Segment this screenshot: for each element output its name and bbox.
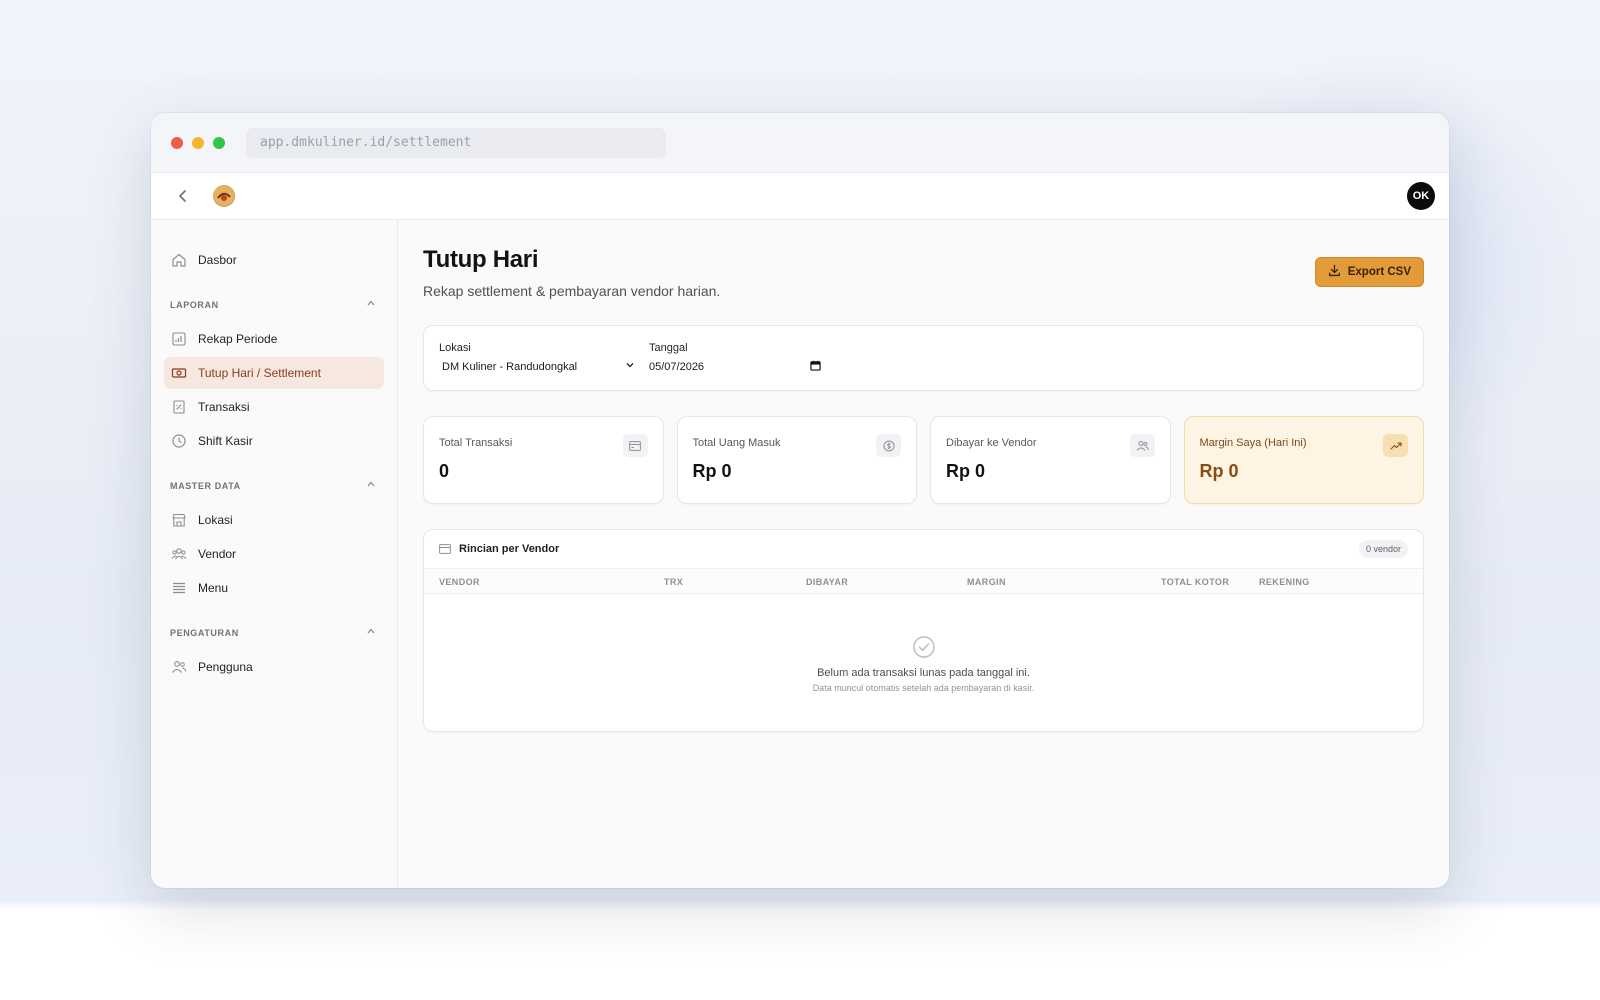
section-master-data-header[interactable]: MASTER DATA bbox=[164, 479, 384, 492]
store-icon bbox=[170, 511, 188, 529]
date-field: Tanggal 05/07/2026 bbox=[649, 342, 823, 390]
sidebar-item-vendor[interactable]: Vendor bbox=[164, 538, 384, 570]
brand-logo-icon[interactable] bbox=[213, 185, 235, 207]
stat-value: Rp 0 bbox=[1199, 461, 1239, 481]
sidebar-item-label: Vendor bbox=[198, 547, 237, 561]
chevron-up-icon bbox=[366, 626, 376, 639]
sidebar-item-label: Pengguna bbox=[198, 660, 253, 674]
date-input[interactable]: 05/07/2026 bbox=[649, 360, 821, 374]
list-icon bbox=[170, 579, 188, 597]
sidebar-item-label: Rekap Periode bbox=[198, 332, 278, 346]
stat-label: Margin Saya (Hari Ini) bbox=[1199, 437, 1307, 449]
stat-label: Total Transaksi bbox=[439, 437, 513, 449]
sidebar-item-transaksi[interactable]: Transaksi bbox=[164, 391, 384, 423]
card-icon bbox=[622, 434, 648, 457]
stat-margin-saya: Margin Saya (Hari Ini) Rp 0 bbox=[1183, 416, 1424, 504]
stats-row: Total Transaksi 0 Total Uang Masuk Rp 0 … bbox=[423, 416, 1424, 504]
column-header-dibayar[interactable]: DIBAYAR bbox=[806, 577, 848, 587]
chevron-up-icon bbox=[366, 479, 376, 492]
sidebar-item-pengguna[interactable]: Pengguna bbox=[164, 651, 384, 683]
url-bar[interactable]: app.dmkuliner.id/settlement bbox=[246, 127, 666, 158]
location-label: Lokasi bbox=[439, 342, 471, 354]
page-title: Tutup Hari bbox=[423, 246, 539, 273]
section-laporan-header[interactable]: LAPORAN bbox=[164, 298, 384, 311]
filter-card: Lokasi DM Kuliner - Randudongkal Tanggal… bbox=[423, 325, 1424, 391]
vendor-count-badge: 0 vendor bbox=[1358, 540, 1408, 558]
card-icon bbox=[439, 544, 451, 554]
user-avatar[interactable]: OK bbox=[1407, 182, 1435, 210]
stat-total-transaksi: Total Transaksi 0 bbox=[423, 416, 664, 504]
sidebar: Dasbor LAPORAN Rekap Periode Tutup Hari … bbox=[151, 220, 398, 888]
chevron-down-icon bbox=[625, 360, 635, 373]
chevron-up-icon bbox=[366, 298, 376, 311]
home-icon bbox=[170, 251, 188, 269]
browser-chrome: app.dmkuliner.id/settlement bbox=[151, 113, 1449, 173]
cash-icon bbox=[170, 364, 188, 382]
bar-chart-icon bbox=[170, 330, 188, 348]
empty-state-subtitle: Data muncul otomatis setelah ada pembaya… bbox=[812, 683, 1035, 693]
date-label: Tanggal bbox=[649, 342, 688, 354]
vendor-table-header: VENDOR TRX DIBAYAR MARGIN TOTAL KOTOR RE… bbox=[424, 568, 1423, 594]
stat-dibayar-ke-vendor: Dibayar ke Vendor Rp 0 bbox=[930, 416, 1171, 504]
main-content: Tutup Hari Rekap settlement & pembayaran… bbox=[398, 220, 1449, 888]
section-title: PENGATURAN bbox=[170, 627, 239, 638]
sidebar-item-dashboard[interactable]: Dasbor bbox=[164, 244, 384, 276]
empty-state: Belum ada transaksi lunas pada tanggal i… bbox=[424, 636, 1423, 693]
dollar-circle-icon bbox=[876, 434, 901, 457]
app-topbar: OK bbox=[151, 173, 1449, 220]
stat-label: Total Uang Masuk bbox=[692, 437, 781, 449]
receipt-icon bbox=[170, 398, 188, 416]
users-icon bbox=[170, 545, 188, 563]
check-circle-icon bbox=[912, 636, 935, 658]
section-title: MASTER DATA bbox=[170, 480, 241, 491]
back-icon[interactable] bbox=[171, 184, 195, 208]
user-group-icon bbox=[170, 658, 188, 676]
close-window-dot[interactable] bbox=[171, 136, 183, 149]
maximize-window-dot[interactable] bbox=[213, 136, 225, 149]
stat-value: 0 bbox=[439, 461, 450, 481]
location-value: DM Kuliner - Randudongkal bbox=[442, 360, 578, 373]
sidebar-item-rekap-periode[interactable]: Rekap Periode bbox=[164, 323, 384, 355]
sidebar-item-label: Transaksi bbox=[198, 400, 250, 414]
browser-window: app.dmkuliner.id/settlement OK Dasbor LA… bbox=[151, 113, 1449, 888]
sidebar-item-tutup-hari[interactable]: Tutup Hari / Settlement bbox=[164, 357, 384, 389]
vendor-card-header: Rincian per Vendor bbox=[424, 530, 1423, 568]
column-header-trx[interactable]: TRX bbox=[664, 577, 683, 587]
section-title: LAPORAN bbox=[170, 299, 219, 310]
export-csv-label: Export CSV bbox=[1347, 266, 1411, 278]
page-subtitle: Rekap settlement & pembayaran vendor har… bbox=[423, 283, 721, 299]
sidebar-item-label: Menu bbox=[198, 581, 229, 595]
export-csv-button[interactable]: Export CSV bbox=[1314, 257, 1424, 287]
sidebar-item-label: Tutup Hari / Settlement bbox=[198, 366, 321, 380]
column-header-total-kotor[interactable]: TOTAL KOTOR bbox=[1161, 577, 1229, 587]
sidebar-item-label: Dasbor bbox=[198, 253, 237, 267]
stat-label: Dibayar ke Vendor bbox=[946, 437, 1037, 449]
column-header-vendor[interactable]: VENDOR bbox=[439, 577, 480, 587]
download-icon bbox=[1328, 264, 1341, 280]
section-pengaturan-header[interactable]: PENGATURAN bbox=[164, 626, 384, 639]
stat-value: Rp 0 bbox=[692, 461, 732, 481]
background-bottom bbox=[0, 913, 1600, 1000]
column-header-margin[interactable]: MARGIN bbox=[967, 577, 1006, 587]
stat-value: Rp 0 bbox=[946, 461, 986, 481]
stat-total-uang-masuk: Total Uang Masuk Rp 0 bbox=[676, 416, 917, 504]
location-select[interactable]: DM Kuliner - Randudongkal bbox=[439, 360, 635, 373]
sidebar-item-menu[interactable]: Menu bbox=[164, 572, 384, 604]
calendar-icon[interactable] bbox=[810, 360, 821, 374]
vendor-card-title: Rincian per Vendor bbox=[459, 543, 560, 555]
sidebar-item-lokasi[interactable]: Lokasi bbox=[164, 504, 384, 536]
sidebar-item-label: Lokasi bbox=[198, 513, 233, 527]
minimize-window-dot[interactable] bbox=[192, 136, 204, 149]
vendor-breakdown-card: Rincian per Vendor 0 vendor VENDOR TRX D… bbox=[423, 529, 1424, 732]
trending-up-icon bbox=[1383, 434, 1408, 457]
empty-state-title: Belum ada transaksi lunas pada tanggal i… bbox=[817, 667, 1030, 679]
users-icon bbox=[1129, 434, 1155, 457]
column-header-rekening[interactable]: REKENING bbox=[1259, 577, 1310, 587]
clock-icon bbox=[170, 432, 188, 450]
sidebar-item-shift-kasir[interactable]: Shift Kasir bbox=[164, 425, 384, 457]
location-field: Lokasi DM Kuliner - Randudongkal bbox=[439, 342, 649, 390]
sidebar-item-label: Shift Kasir bbox=[198, 434, 253, 448]
date-value: 05/07/2026 bbox=[649, 361, 705, 373]
